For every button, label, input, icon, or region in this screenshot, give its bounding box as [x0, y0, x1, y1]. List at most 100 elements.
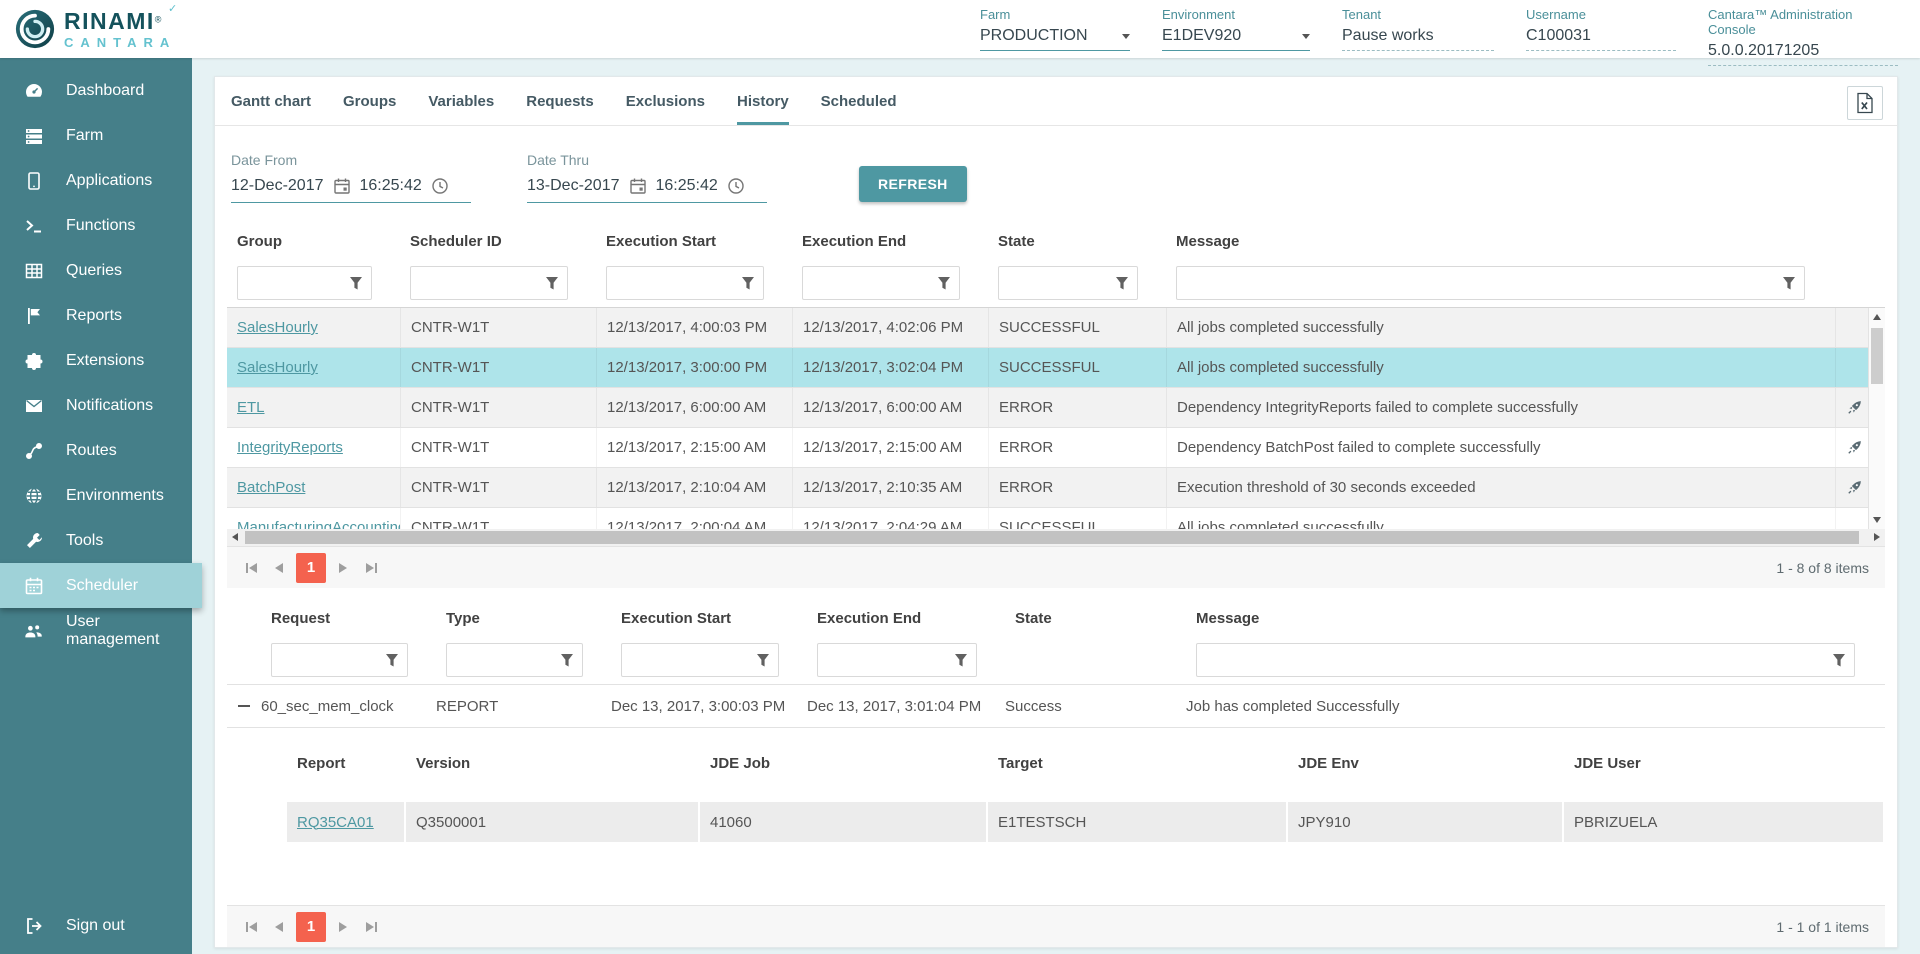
logo-mark-icon — [14, 8, 56, 50]
filter-icon[interactable] — [756, 653, 770, 668]
tab-history[interactable]: History — [737, 77, 789, 125]
table-row[interactable]: ManufacturingAccountingCNTR-W1T12/13/201… — [227, 508, 1868, 529]
filter-icon[interactable] — [1115, 276, 1129, 291]
detail-column-header-target: Target — [988, 755, 1288, 772]
execution-start-filter-input[interactable] — [607, 267, 763, 299]
sidebar-item-scheduler[interactable]: Scheduler — [0, 563, 202, 608]
group-link[interactable]: SalesHourly — [237, 359, 318, 376]
last-page-button[interactable] — [357, 913, 385, 941]
filter-icon[interactable] — [1832, 653, 1846, 668]
group-link[interactable]: ETL — [237, 399, 265, 416]
scroll-right-icon[interactable] — [1874, 533, 1880, 541]
sidebar-item-environments[interactable]: Environments — [0, 473, 192, 518]
tab-exclusions[interactable]: Exclusions — [626, 77, 705, 125]
sidebar-item-notifications[interactable]: Notifications — [0, 383, 192, 428]
table-row[interactable]: SalesHourlyCNTR-W1T12/13/2017, 3:00:00 P… — [227, 348, 1868, 388]
next-page-button[interactable] — [329, 554, 357, 582]
next-page-button[interactable] — [329, 913, 357, 941]
group-link[interactable]: IntegrityReports — [237, 439, 343, 456]
prev-page-button[interactable] — [265, 913, 293, 941]
chevron-down-icon[interactable] — [1122, 34, 1130, 39]
chevron-down-icon[interactable] — [1302, 34, 1310, 39]
execution-end-filter-input[interactable] — [803, 267, 959, 299]
filter-icon[interactable] — [1782, 276, 1796, 291]
time-from-input[interactable]: 16:25:42 — [360, 177, 422, 195]
clock-icon[interactable] — [727, 177, 745, 195]
last-page-button[interactable] — [357, 554, 385, 582]
sidebar-item-dashboard[interactable]: Dashboard — [0, 68, 192, 113]
sidebar-item-label: Applications — [66, 172, 152, 190]
column-header-state: State — [988, 233, 1166, 250]
scheduler-id-filter-input[interactable] — [411, 267, 567, 299]
current-page-button[interactable]: 1 — [296, 553, 326, 583]
sidebar-item-applications[interactable]: Applications — [0, 158, 192, 203]
vertical-scrollbar[interactable] — [1868, 308, 1885, 529]
sidebar-item-queries[interactable]: Queries — [0, 248, 192, 293]
environment-select[interactable]: Environment E1DEV920 — [1162, 7, 1310, 66]
farm-select[interactable]: Farm PRODUCTION — [980, 7, 1130, 66]
sidebar-item-extensions[interactable]: Extensions — [0, 338, 192, 383]
scroll-left-icon[interactable] — [232, 533, 238, 541]
filter-icon[interactable] — [741, 276, 755, 291]
sidebar-item-functions[interactable]: Functions — [0, 203, 192, 248]
refresh-button[interactable]: REFRESH — [859, 166, 967, 202]
execution-end-filter-input[interactable] — [818, 644, 976, 676]
calendar-icon[interactable] — [333, 177, 351, 195]
tab-groups[interactable]: Groups — [343, 77, 396, 125]
calendar-icon[interactable] — [629, 177, 647, 195]
launch-icon[interactable] — [1846, 439, 1863, 456]
execution-start-filter-input[interactable] — [622, 644, 778, 676]
filter-icon[interactable] — [954, 653, 968, 668]
sidebar-item-reports[interactable]: Reports — [0, 293, 192, 338]
column-header-request: Request — [261, 610, 436, 627]
scrollbar-thumb[interactable] — [245, 531, 1859, 544]
launch-icon[interactable] — [1846, 479, 1863, 496]
current-page-button[interactable]: 1 — [296, 912, 326, 942]
request-start: Dec 13, 2017, 3:00:03 PM — [601, 698, 797, 715]
table-row[interactable]: SalesHourlyCNTR-W1T12/13/2017, 4:00:03 P… — [227, 308, 1868, 348]
date-from-input[interactable]: 12-Dec-2017 — [231, 177, 324, 195]
first-page-button[interactable] — [237, 913, 265, 941]
date-thru-input[interactable]: 13-Dec-2017 — [527, 177, 620, 195]
filter-icon[interactable] — [545, 276, 559, 291]
sidebar-item-tools[interactable]: Tools — [0, 518, 192, 563]
group-link[interactable]: BatchPost — [237, 479, 305, 496]
tab-scheduled[interactable]: Scheduled — [821, 77, 897, 125]
launch-icon[interactable] — [1846, 399, 1863, 416]
scrollbar-thumb[interactable] — [1871, 328, 1883, 384]
filter-icon[interactable] — [385, 653, 399, 668]
horizontal-scrollbar[interactable] — [227, 529, 1885, 546]
farm-value: PRODUCTION — [980, 27, 1088, 45]
detail-column-header-jde-job: JDE Job — [700, 755, 988, 772]
time-thru-input[interactable]: 16:25:42 — [656, 177, 718, 195]
filter-icon[interactable] — [560, 653, 574, 668]
filter-icon[interactable] — [349, 276, 363, 291]
sidebar-item-farm[interactable]: Farm — [0, 113, 192, 158]
sidebar-item-routes[interactable]: Routes — [0, 428, 192, 473]
message-filter-input[interactable] — [1177, 267, 1804, 299]
table-row[interactable]: BatchPostCNTR-W1T12/13/2017, 2:10:04 AM1… — [227, 468, 1868, 508]
group-link[interactable]: ManufacturingAccounting — [237, 519, 400, 529]
export-excel-button[interactable] — [1847, 86, 1883, 120]
clock-icon[interactable] — [431, 177, 449, 195]
table-row[interactable]: ETLCNTR-W1T12/13/2017, 6:00:00 AM12/13/2… — [227, 388, 1868, 428]
first-page-button[interactable] — [237, 554, 265, 582]
prev-page-button[interactable] — [265, 554, 293, 582]
routes-icon — [24, 441, 44, 461]
sidebar-item-sign-out[interactable]: Sign out — [0, 903, 192, 948]
group-link[interactable]: SalesHourly — [237, 319, 318, 336]
collapse-icon[interactable] — [237, 699, 251, 713]
scroll-down-icon[interactable] — [1873, 517, 1881, 523]
tab-variables[interactable]: Variables — [428, 77, 494, 125]
detail-row[interactable]: RQ35CA01Q350000141060E1TESTSCHJPY910PBRI… — [287, 802, 1885, 842]
filter-icon[interactable] — [937, 276, 951, 291]
scroll-up-icon[interactable] — [1873, 314, 1881, 320]
tab-requests[interactable]: Requests — [526, 77, 594, 125]
tab-gantt-chart[interactable]: Gantt chart — [231, 77, 311, 125]
message-filter-input[interactable] — [1197, 644, 1854, 676]
logo-reg-mark: ® — [155, 14, 162, 24]
sidebar-item-user-management[interactable]: User management — [0, 608, 192, 653]
table-row[interactable]: IntegrityReportsCNTR-W1T12/13/2017, 2:15… — [227, 428, 1868, 468]
request-row[interactable]: 60_sec_mem_clockREPORTDec 13, 2017, 3:00… — [227, 684, 1885, 728]
report-link[interactable]: RQ35CA01 — [297, 814, 374, 831]
